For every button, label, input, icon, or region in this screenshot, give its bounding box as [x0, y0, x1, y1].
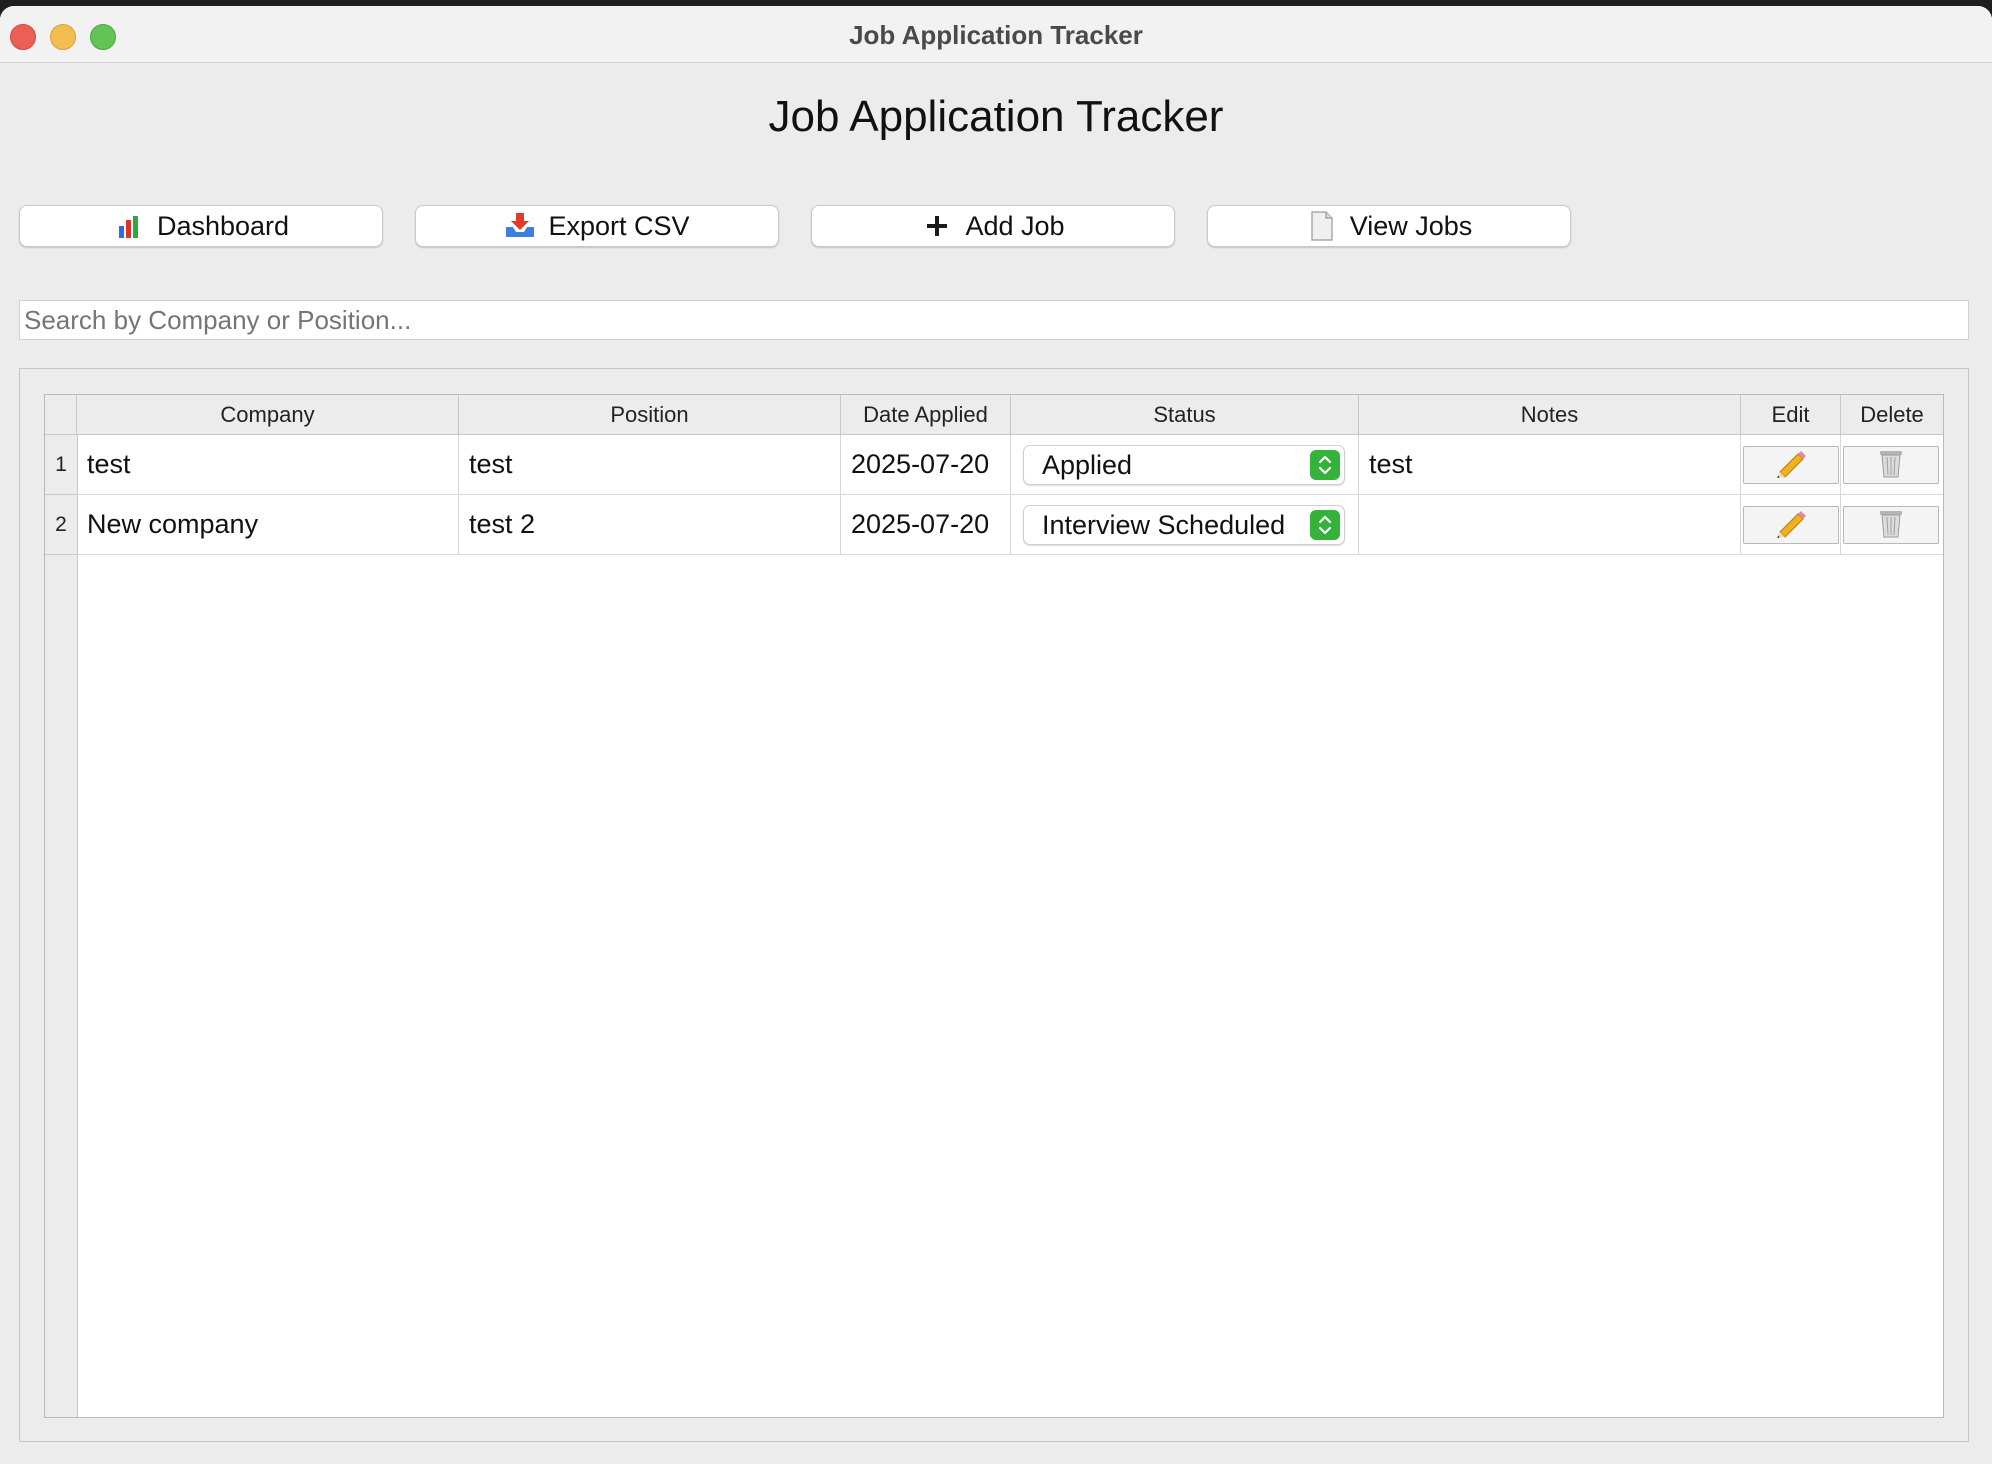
- trash-icon: [1877, 507, 1905, 544]
- plus-icon: [921, 210, 953, 242]
- status-select[interactable]: Interview Scheduled: [1023, 505, 1345, 545]
- document-icon: [1306, 210, 1338, 242]
- row-number[interactable]: 1: [45, 435, 77, 495]
- column-header-position[interactable]: Position: [459, 395, 841, 435]
- position-cell[interactable]: test: [459, 435, 841, 495]
- pencil-icon: [1774, 448, 1808, 483]
- notes-cell[interactable]: test: [1359, 435, 1741, 495]
- edit-button[interactable]: [1743, 446, 1839, 484]
- add-job-button-label: Add Job: [965, 210, 1065, 241]
- page-title: Job Application Tracker: [768, 92, 1224, 141]
- column-header-company[interactable]: Company: [77, 395, 459, 435]
- column-header-status[interactable]: Status: [1011, 395, 1359, 435]
- date-applied-cell[interactable]: 2025-07-20: [841, 435, 1011, 495]
- row-number[interactable]: 2: [45, 495, 77, 555]
- table-corner: [45, 395, 77, 435]
- date-applied-cell[interactable]: 2025-07-20: [841, 495, 1011, 555]
- column-header-edit[interactable]: Edit: [1741, 395, 1841, 435]
- delete-button[interactable]: [1843, 446, 1939, 484]
- delete-button[interactable]: [1843, 506, 1939, 544]
- search-input[interactable]: [19, 300, 1969, 340]
- pencil-icon: [1774, 508, 1808, 543]
- export-csv-button[interactable]: Export CSV: [415, 205, 779, 247]
- bar-chart-icon: [113, 210, 145, 242]
- title-bar: Job Application Tracker: [0, 6, 1992, 63]
- chevron-up-down-icon: [1310, 450, 1340, 480]
- trash-icon: [1877, 447, 1905, 484]
- column-header-notes[interactable]: Notes: [1359, 395, 1741, 435]
- dashboard-button-label: Dashboard: [156, 210, 290, 241]
- add-job-button[interactable]: Add Job: [811, 205, 1175, 247]
- view-jobs-button[interactable]: View Jobs: [1207, 205, 1571, 247]
- position-cell[interactable]: test 2: [459, 495, 841, 555]
- app-window: Job Application Tracker Job Application …: [0, 6, 1992, 1464]
- view-jobs-button-label: View Jobs: [1349, 210, 1473, 241]
- status-value: Interview Scheduled: [1042, 509, 1286, 540]
- edit-button[interactable]: [1743, 506, 1839, 544]
- jobs-table: Company Position Date Applied Status Not…: [44, 394, 1944, 1418]
- chevron-up-down-icon: [1310, 510, 1340, 540]
- status-select[interactable]: Applied: [1023, 445, 1345, 485]
- export-csv-button-label: Export CSV: [548, 210, 690, 241]
- column-header-delete[interactable]: Delete: [1841, 395, 1943, 435]
- company-cell[interactable]: New company: [77, 495, 459, 555]
- window-title: Job Application Tracker: [849, 20, 1143, 50]
- status-value: Applied: [1042, 449, 1133, 480]
- dashboard-button[interactable]: Dashboard: [19, 205, 383, 247]
- notes-cell[interactable]: [1359, 495, 1741, 555]
- column-header-date-applied[interactable]: Date Applied: [841, 395, 1011, 435]
- company-cell[interactable]: test: [77, 435, 459, 495]
- inbox-tray-icon: [504, 210, 536, 242]
